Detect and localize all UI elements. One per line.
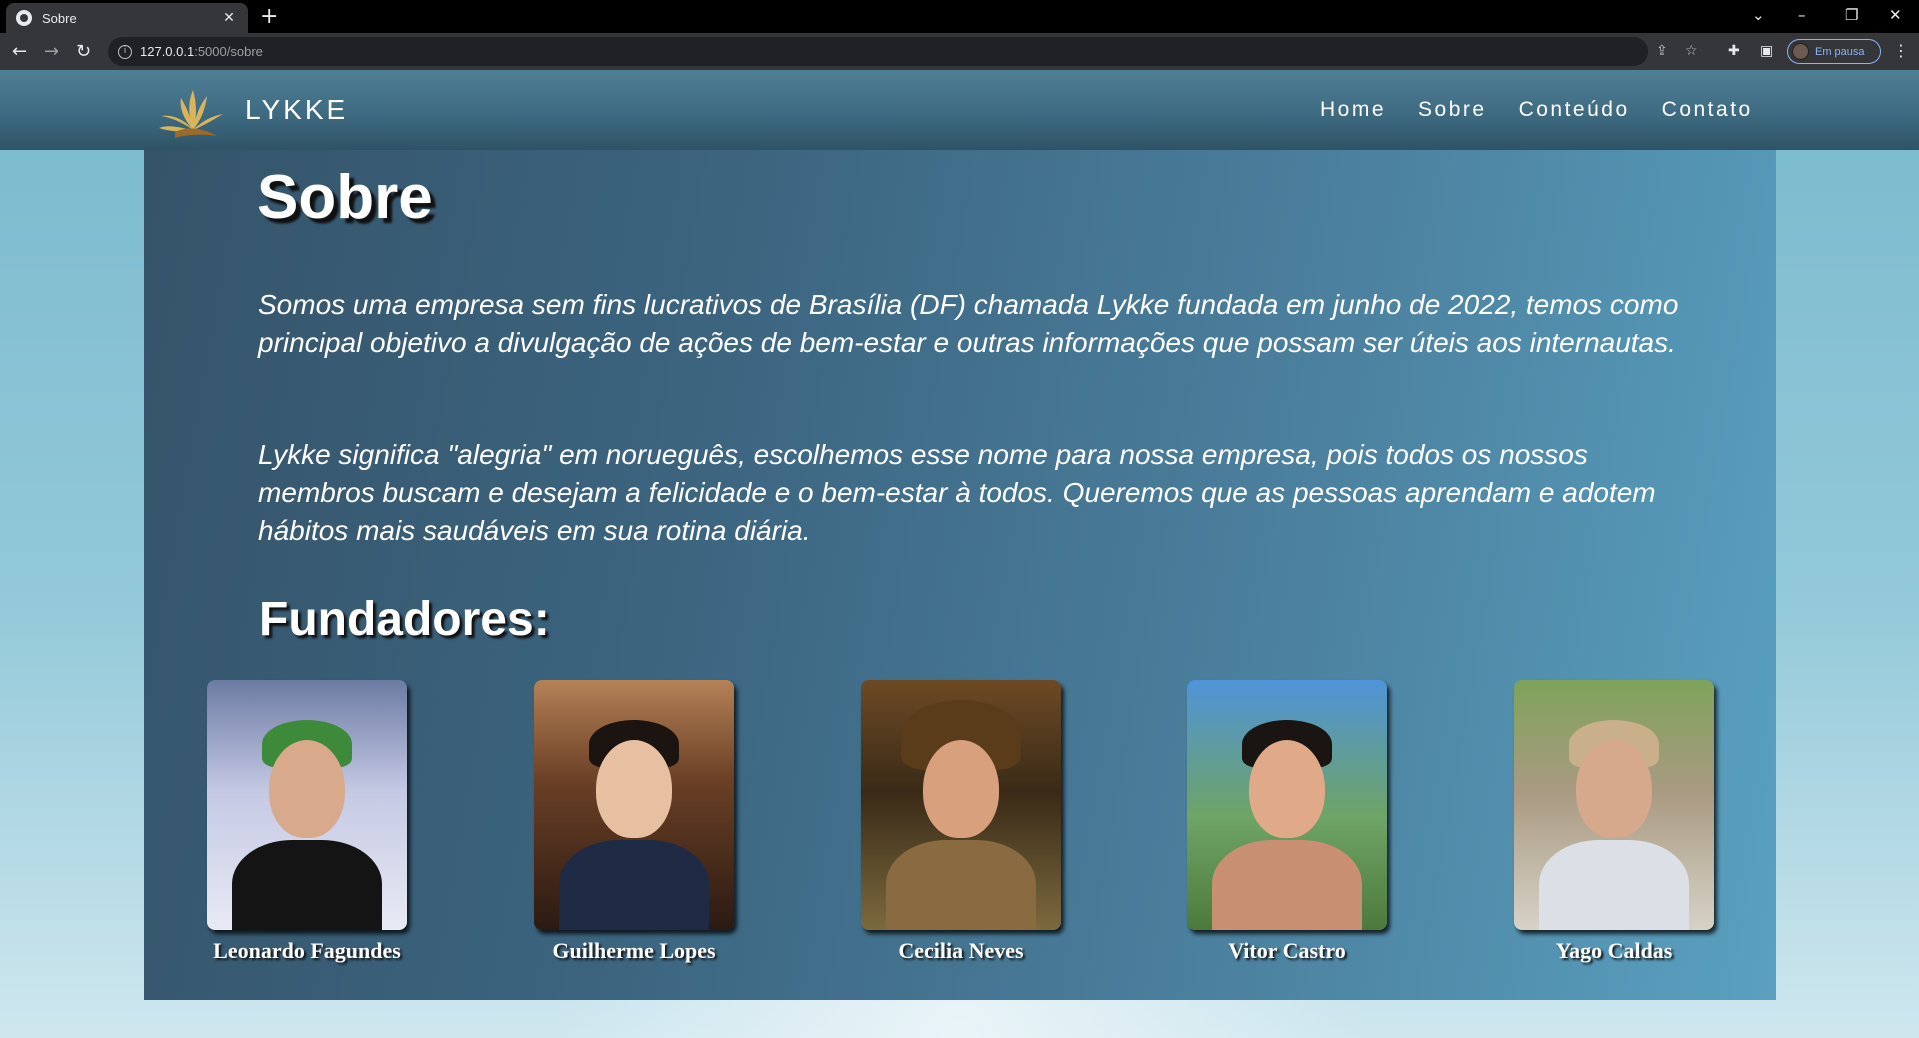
- founder-card: Cecilia Neves: [851, 680, 1071, 964]
- restore-button[interactable]: ❐: [1845, 6, 1858, 24]
- about-paragraph-2: Lykke significa "alegria" em norueguês, …: [258, 439, 1656, 546]
- about-content-panel: Sobre Somos uma empresa sem fins lucrati…: [144, 150, 1776, 1000]
- tab-title: Sobre: [42, 10, 77, 26]
- founder-photo: [1514, 680, 1714, 930]
- puzzle-icon[interactable]: ✚: [1728, 43, 1740, 59]
- kebab-menu-icon[interactable]: ⋮: [1893, 41, 1909, 60]
- nav-sobre-link[interactable]: Sobre: [1418, 98, 1487, 122]
- tab-search-icon[interactable]: ⌄: [1752, 6, 1765, 24]
- star-icon[interactable]: ☆: [1685, 43, 1698, 59]
- new-tab-button[interactable]: +: [260, 4, 278, 29]
- founder-name: Guilherme Lopes: [552, 938, 716, 963]
- founder-card: Guilherme Lopes: [524, 680, 744, 964]
- lykke-logo-icon: [159, 90, 223, 138]
- brand-name[interactable]: LYKKE: [245, 94, 348, 126]
- founder-name: Vitor Castro: [1228, 938, 1346, 963]
- founder-card: Yago Caldas: [1504, 680, 1724, 964]
- founder-photo: [207, 680, 407, 930]
- founders-gallery: Leonardo Fagundes Guilherme Lopes Cecili…: [144, 680, 1776, 980]
- forward-arrow-icon[interactable]: →: [44, 41, 59, 62]
- nav-home-link[interactable]: Home: [1320, 98, 1386, 122]
- close-window-button[interactable]: ✕: [1889, 6, 1902, 24]
- side-panel-icon[interactable]: ▣: [1760, 43, 1773, 59]
- founder-name: Cecilia Neves: [898, 938, 1024, 963]
- founder-photo: [534, 680, 734, 930]
- tab-close-icon[interactable]: ✕: [220, 10, 238, 26]
- founders-heading: Fundadores:: [259, 593, 550, 646]
- avatar: [1792, 43, 1809, 60]
- profile-status: Em pausa: [1815, 45, 1865, 58]
- site-header: LYKKE Home Sobre Conteúdo Contato: [0, 70, 1919, 150]
- founder-name: Leonardo Fagundes: [213, 938, 401, 963]
- url-text: 127.0.0.1:5000/sobre: [140, 44, 263, 59]
- browser-toolbar: ← → ↻ i 127.0.0.1:5000/sobre ⇪ ☆ ✚ ▣ Em …: [0, 33, 1919, 70]
- browser-tab[interactable]: Sobre ✕: [6, 3, 248, 33]
- founder-photo: [1187, 680, 1387, 930]
- browser-tab-strip: Sobre ✕ + ⌄ – ❐ ✕: [0, 0, 1919, 33]
- info-icon[interactable]: i: [118, 44, 132, 59]
- globe-icon: [16, 10, 32, 26]
- address-bar[interactable]: i 127.0.0.1:5000/sobre ⇪ ☆: [108, 37, 1698, 66]
- founder-photo: [861, 680, 1061, 930]
- founder-card: Vitor Castro: [1177, 680, 1397, 964]
- founder-card: Leonardo Fagundes: [197, 680, 417, 964]
- nav-contato-link[interactable]: Contato: [1662, 98, 1753, 122]
- page-title: Sobre: [257, 163, 433, 232]
- reload-icon[interactable]: ↻: [76, 41, 91, 62]
- page-viewport: LYKKE Home Sobre Conteúdo Contato Sobre …: [0, 70, 1919, 1038]
- about-paragraph-1: Somos uma empresa sem fins lucrativos de…: [258, 289, 1679, 358]
- minimize-button[interactable]: –: [1798, 6, 1806, 24]
- main-nav: Home Sobre Conteúdo Contato: [1288, 98, 1753, 122]
- profile-button[interactable]: Em pausa: [1787, 39, 1881, 64]
- nav-conteudo-link[interactable]: Conteúdo: [1519, 98, 1630, 122]
- founder-name: Yago Caldas: [1555, 938, 1673, 963]
- share-icon[interactable]: ⇪: [1656, 43, 1668, 59]
- back-arrow-icon[interactable]: ←: [12, 41, 27, 62]
